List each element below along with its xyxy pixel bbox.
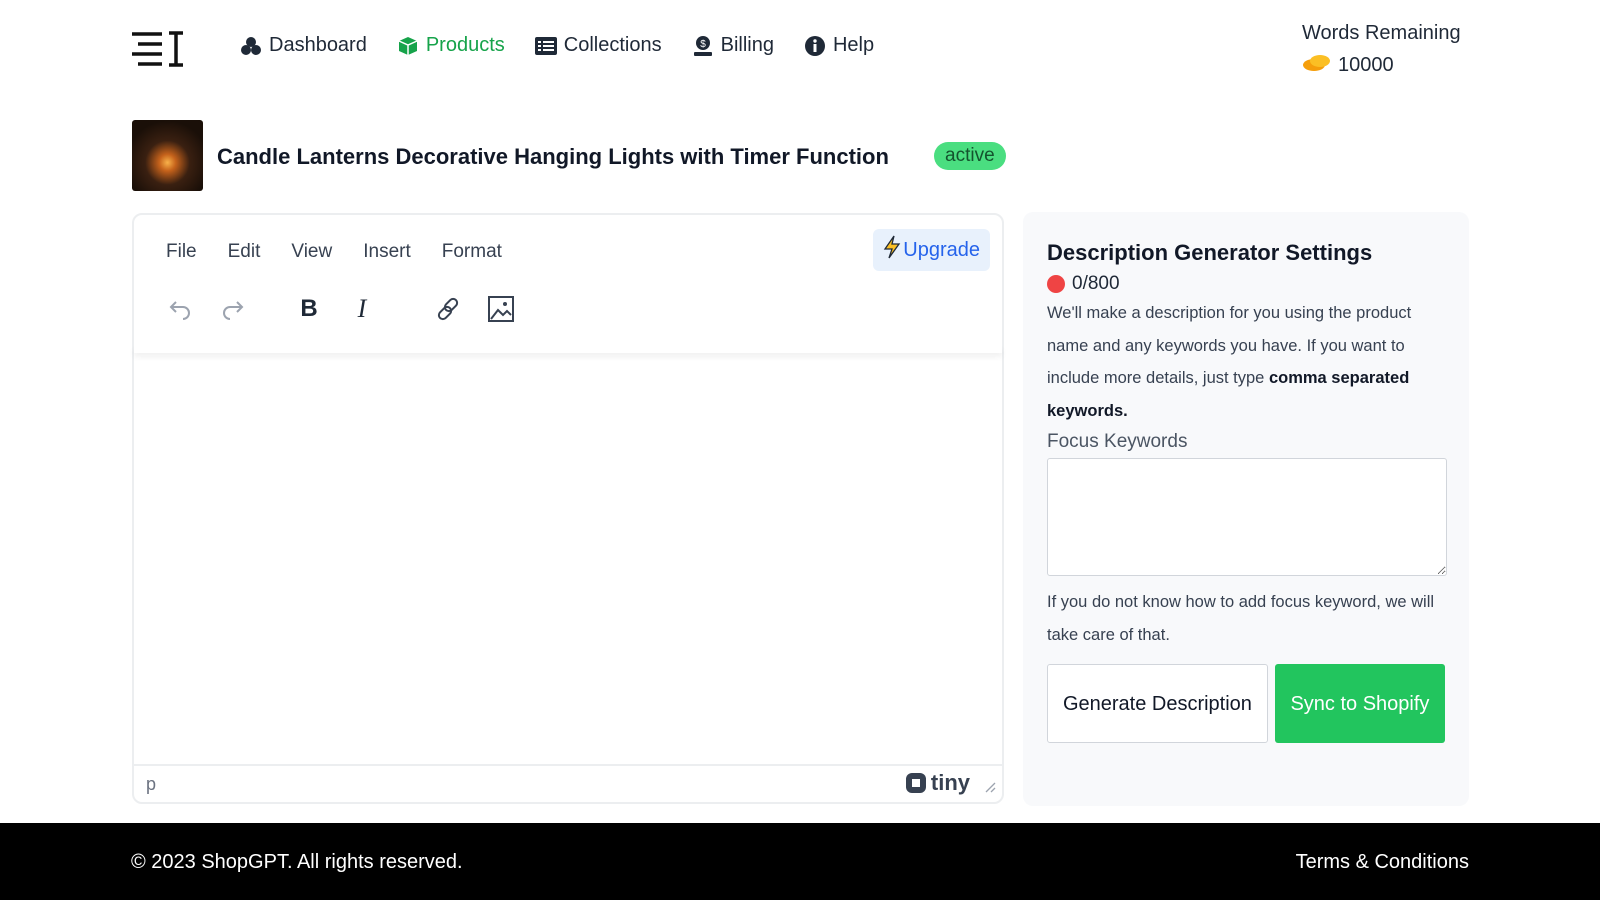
words-remaining: Words Remaining 10000 (1302, 22, 1461, 79)
menu-insert[interactable]: Insert (363, 241, 411, 263)
focus-keywords-label: Focus Keywords (1047, 431, 1188, 452)
money-icon: $ (692, 35, 714, 57)
upgrade-button[interactable]: Upgrade (873, 229, 990, 271)
link-icon[interactable] (430, 291, 466, 327)
menu-view[interactable]: View (291, 241, 332, 263)
menu-format[interactable]: Format (442, 241, 502, 263)
focus-keywords-input[interactable] (1047, 458, 1447, 576)
main-nav: Dashboard Products Collections $ Billing … (240, 34, 874, 57)
copyright: © 2023 ShopGPT. All rights reserved. (131, 851, 463, 873)
info-icon (804, 35, 826, 57)
nav-dashboard[interactable]: Dashboard (240, 34, 367, 57)
generate-description-button[interactable]: Generate Description (1047, 664, 1268, 743)
footer: © 2023 ShopGPT. All rights reserved. Ter… (0, 823, 1600, 900)
upgrade-label: Upgrade (903, 238, 980, 261)
toolbar-divider (134, 345, 1002, 353)
tiny-branding[interactable]: tiny (905, 770, 970, 796)
menu-toggle-icon[interactable] (132, 30, 184, 73)
char-counter: 0/800 (1072, 273, 1120, 294)
status-dot-icon (1047, 275, 1065, 293)
status-badge: active (934, 142, 1006, 170)
editor-toolbar: B I (162, 291, 536, 327)
svg-text:$: $ (700, 39, 706, 50)
redo-icon[interactable] (215, 291, 251, 327)
product-title: Candle Lanterns Decorative Hanging Light… (217, 144, 889, 169)
nav-products[interactable]: Products (397, 34, 505, 57)
nav-label: Collections (563, 34, 662, 56)
undo-icon[interactable] (162, 291, 198, 327)
italic-icon[interactable]: I (344, 291, 380, 327)
editor-statusbar: p tiny (134, 764, 1002, 802)
nav-help[interactable]: Help (804, 34, 874, 57)
box-icon (397, 35, 419, 57)
terms-link[interactable]: Terms & Conditions (1296, 851, 1469, 874)
rich-text-editor: File Edit View Insert Format Upgrade B I… (132, 213, 1004, 804)
bold-icon[interactable]: B (291, 291, 327, 327)
settings-title: Description Generator Settings (1047, 240, 1373, 265)
words-remaining-count: 10000 (1338, 53, 1394, 76)
keywords-help: If you do not know how to add focus keyw… (1047, 593, 1435, 644)
cubes-icon (240, 35, 262, 57)
menu-file[interactable]: File (166, 241, 197, 263)
resize-handle-icon[interactable] (984, 777, 996, 798)
settings-description: We'll make a description for you using t… (1047, 297, 1445, 427)
menu-edit[interactable]: Edit (228, 241, 261, 263)
settings-panel: Description Generator Settings 0/800 We'… (1023, 212, 1469, 806)
nav-label: Billing (720, 34, 774, 56)
nav-billing[interactable]: $ Billing (692, 34, 774, 57)
element-path[interactable]: p (146, 774, 156, 795)
nav-label: Dashboard (269, 34, 367, 56)
sync-to-shopify-button[interactable]: Sync to Shopify (1274, 664, 1445, 743)
tiny-label: tiny (930, 770, 970, 795)
image-icon[interactable] (483, 291, 519, 327)
nav-label: Products (425, 34, 505, 56)
words-remaining-label: Words Remaining (1302, 22, 1461, 44)
nav-collections[interactable]: Collections (534, 34, 662, 57)
product-image (132, 120, 203, 191)
coins-icon (1302, 51, 1332, 79)
editor-menubar: File Edit View Insert Format (166, 241, 502, 263)
nav-label: Help (832, 34, 875, 56)
list-icon (534, 35, 557, 57)
lightning-icon (883, 235, 901, 265)
